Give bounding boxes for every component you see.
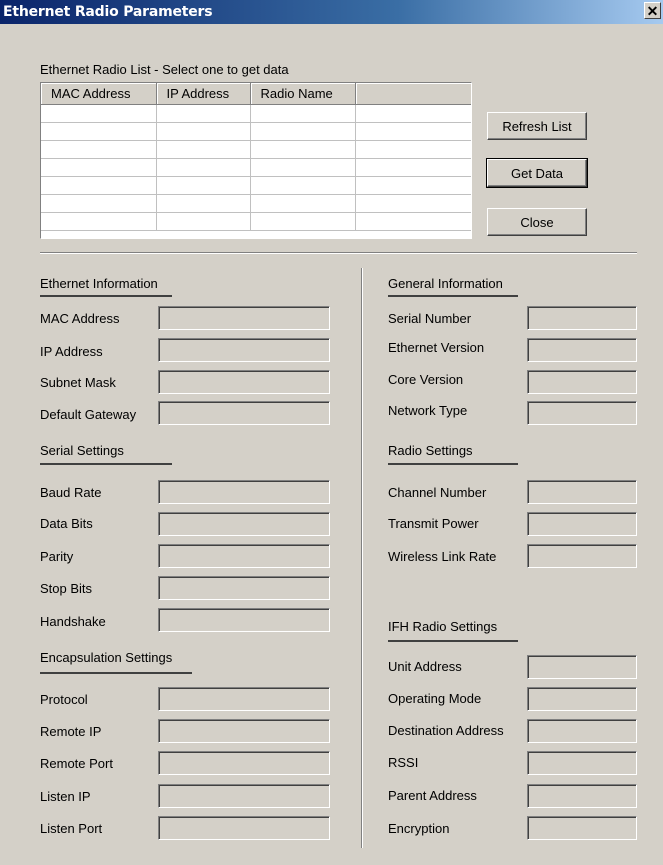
field-label: RSSI — [388, 755, 419, 770]
field-label: Remote IP — [40, 724, 102, 739]
close-window-button[interactable]: ✕ — [644, 2, 661, 19]
encapsulation-settings-heading: Encapsulation Settings — [40, 650, 173, 665]
field-label: Baud Rate — [40, 485, 102, 500]
default-gateway-field[interactable] — [158, 401, 330, 425]
section-underline — [40, 463, 172, 465]
field-label: Unit Address — [388, 659, 462, 674]
field-label: MAC Address — [40, 311, 120, 326]
field-label: Wireless Link Rate — [388, 549, 497, 564]
remote-ip-field[interactable] — [158, 719, 330, 743]
unit-address-field[interactable] — [527, 655, 637, 679]
handshake-field[interactable] — [158, 608, 330, 632]
parity-field[interactable] — [158, 544, 330, 568]
table-row[interactable] — [41, 194, 471, 213]
table-row[interactable] — [41, 140, 471, 159]
field-label: Parent Address — [388, 788, 477, 803]
mac-address-field[interactable] — [158, 306, 330, 330]
column-header-radio-name[interactable]: Radio Name — [250, 83, 356, 105]
field-label: Transmit Power — [388, 516, 479, 531]
stop-bits-field[interactable] — [158, 576, 330, 600]
field-label: Handshake — [40, 614, 106, 629]
table-row[interactable] — [41, 158, 471, 177]
listen-port-field[interactable] — [158, 816, 330, 840]
encryption-field[interactable] — [527, 816, 637, 840]
operating-mode-field[interactable] — [527, 687, 637, 711]
field-label: Listen IP — [40, 789, 91, 804]
column-header-extra[interactable] — [355, 83, 471, 105]
column-header-ip[interactable]: IP Address — [156, 83, 251, 105]
general-info-heading: General Information — [388, 276, 503, 291]
remote-port-field[interactable] — [158, 751, 330, 775]
core-version-field[interactable] — [527, 370, 637, 394]
data-bits-field[interactable] — [158, 512, 330, 536]
network-type-field[interactable] — [527, 401, 637, 425]
ethernet-version-field[interactable] — [527, 338, 637, 362]
wireless-link-rate-field[interactable] — [527, 544, 637, 568]
destination-address-field[interactable] — [527, 719, 637, 743]
transmit-power-field[interactable] — [527, 512, 637, 536]
rssi-field[interactable] — [527, 751, 637, 775]
ip-address-field[interactable] — [158, 338, 330, 362]
table-row[interactable] — [41, 176, 471, 195]
subnet-mask-field[interactable] — [158, 370, 330, 394]
column-header-mac[interactable]: MAC Address — [41, 83, 157, 105]
field-label: Encryption — [388, 821, 450, 836]
protocol-field[interactable] — [158, 687, 330, 711]
baud-rate-field[interactable] — [158, 480, 330, 504]
ethernet-info-heading: Ethernet Information — [40, 276, 158, 291]
window-title: Ethernet Radio Parameters — [3, 4, 213, 20]
field-label: Channel Number — [388, 485, 487, 500]
field-label: Core Version — [388, 372, 464, 387]
radio-list[interactable]: MAC Address IP Address Radio Name — [40, 82, 472, 239]
field-label: Destination Address — [388, 723, 504, 738]
field-label: Operating Mode — [388, 691, 482, 706]
section-underline — [388, 463, 518, 465]
horizontal-separator — [40, 252, 637, 254]
field-label: Ethernet Version — [388, 340, 485, 355]
radio-settings-heading: Radio Settings — [388, 443, 473, 458]
field-label: Remote Port — [40, 756, 113, 771]
section-underline — [388, 640, 518, 642]
table-row[interactable] — [41, 122, 471, 141]
ifh-radio-settings-heading: IFH Radio Settings — [388, 619, 498, 634]
get-data-button[interactable]: Get Data — [486, 158, 588, 188]
title-bar: Ethernet Radio Parameters ✕ — [0, 0, 663, 24]
field-label: IP Address — [40, 344, 103, 359]
vertical-separator — [361, 268, 363, 848]
listen-ip-field[interactable] — [158, 784, 330, 808]
field-label: Default Gateway — [40, 407, 137, 422]
field-label: Protocol — [40, 692, 88, 707]
field-label: Parity — [40, 549, 74, 564]
radio-list-caption: Ethernet Radio List - Select one to get … — [40, 62, 289, 77]
field-label: Listen Port — [40, 821, 103, 836]
close-icon: ✕ — [646, 2, 659, 19]
field-label: Subnet Mask — [40, 375, 116, 390]
parent-address-field[interactable] — [527, 784, 637, 808]
refresh-list-button[interactable]: Refresh List — [487, 112, 587, 140]
section-underline — [40, 672, 192, 674]
field-label: Network Type — [388, 403, 468, 418]
section-underline — [40, 295, 172, 297]
field-label: Stop Bits — [40, 581, 93, 596]
field-label: Serial Number — [388, 311, 472, 326]
close-button[interactable]: Close — [487, 208, 587, 236]
serial-number-field[interactable] — [527, 306, 637, 330]
table-row[interactable] — [41, 104, 471, 123]
field-label: Data Bits — [40, 516, 93, 531]
channel-number-field[interactable] — [527, 480, 637, 504]
section-underline — [388, 295, 518, 297]
table-row[interactable] — [41, 212, 471, 231]
serial-settings-heading: Serial Settings — [40, 443, 124, 458]
